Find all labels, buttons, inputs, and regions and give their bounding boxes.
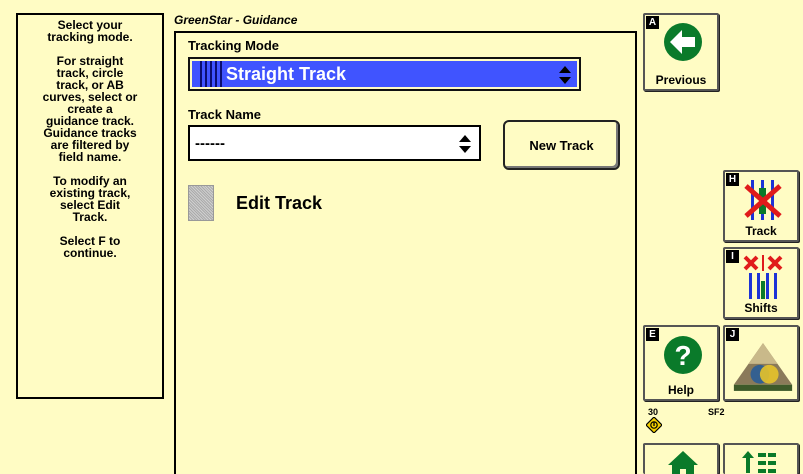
- tracking-mode-select[interactable]: Straight Track: [188, 57, 581, 91]
- softkey-letter: J: [726, 328, 739, 341]
- softkey-letter: A: [646, 16, 659, 29]
- menu-button[interactable]: [723, 443, 799, 474]
- softkey-letter: H: [726, 173, 739, 186]
- help-paragraph: To modify an existing track, select Edit…: [49, 174, 131, 224]
- help-paragraph: Select your tracking mode.: [47, 18, 133, 44]
- tracking-mode-value: Straight Track: [226, 63, 347, 84]
- tracking-mode-label: Tracking Mode: [188, 38, 280, 53]
- help-button[interactable]: E ? Help: [643, 325, 719, 401]
- edit-track-checkbox[interactable]: [188, 185, 214, 221]
- home-button[interactable]: [643, 443, 719, 474]
- previous-label: Previous: [655, 73, 707, 87]
- shifts-button[interactable]: I Shifts: [723, 247, 799, 319]
- help-paragraph: For straight track, circle track, or AB …: [42, 54, 138, 164]
- menu-up-arrow-icon: [742, 451, 776, 473]
- help-icon: ?: [664, 336, 702, 374]
- svg-text:?: ?: [674, 340, 691, 371]
- warning-icon: [646, 417, 662, 433]
- track-name-select[interactable]: ------: [188, 125, 481, 161]
- help-paragraph: Select F to continue.: [59, 234, 121, 260]
- edit-track-label: Edit Track: [236, 193, 323, 213]
- track-label: Track: [745, 224, 777, 238]
- updown-arrow-icon: [459, 135, 471, 153]
- track-name-label: Track Name: [188, 107, 261, 122]
- status-code: SF2: [708, 407, 725, 417]
- greenstar-button[interactable]: J: [723, 325, 799, 401]
- updown-arrow-icon: [559, 66, 571, 84]
- previous-button[interactable]: A Previous: [643, 13, 719, 91]
- help-text-panel: Select your tracking mode. For straight …: [16, 13, 164, 399]
- new-track-button[interactable]: New Track: [503, 120, 620, 170]
- straight-track-icon: [200, 61, 222, 87]
- home-icon: [668, 451, 698, 474]
- status-count: 30: [648, 407, 659, 417]
- softkey-letter: I: [726, 250, 739, 263]
- page-title: GreenStar - Guidance: [174, 13, 298, 27]
- guidance-main-panel: Tracking Mode Straight Track Track Name …: [174, 31, 637, 474]
- track-cancel-icon: [744, 180, 782, 220]
- track-name-value: ------: [195, 134, 225, 152]
- back-arrow-icon: [664, 23, 702, 61]
- greenstar-logo-icon: [733, 343, 793, 391]
- shifts-label: Shifts: [744, 301, 778, 315]
- help-label: Help: [667, 383, 694, 397]
- track-shift-icon: [743, 255, 783, 299]
- softkey-letter: E: [646, 328, 659, 341]
- track-button[interactable]: H Track: [723, 170, 799, 242]
